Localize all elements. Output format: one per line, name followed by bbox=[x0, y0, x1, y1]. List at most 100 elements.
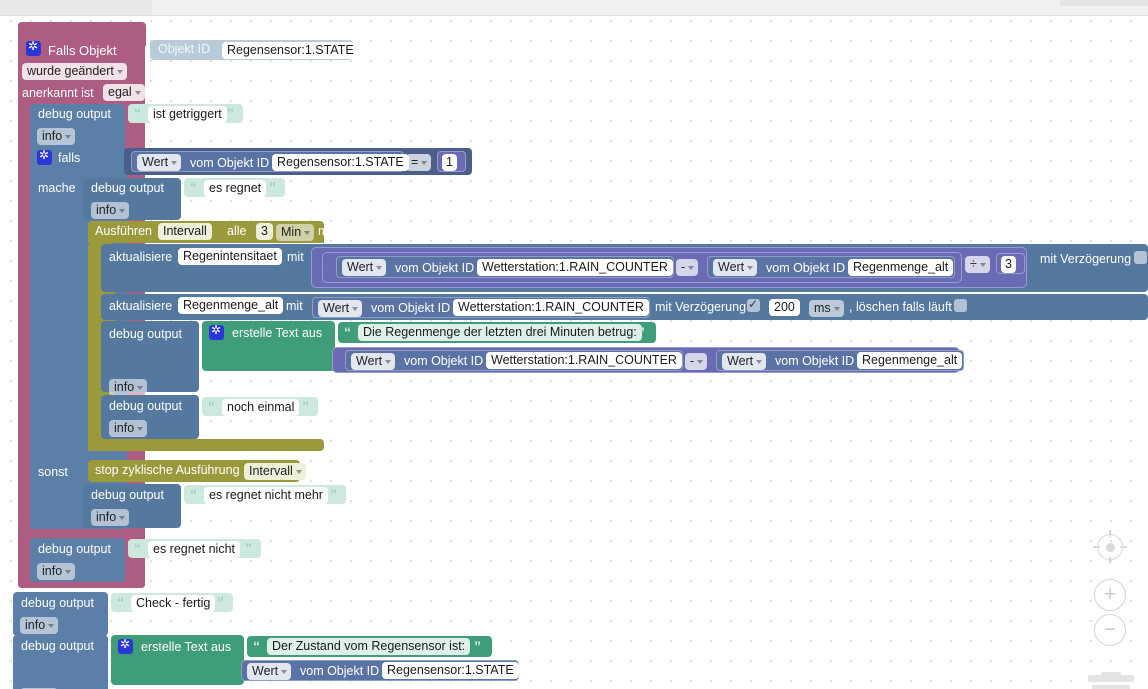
zoom-in-button[interactable]: + bbox=[1094, 579, 1126, 611]
state-value-dropdown[interactable]: Wert bbox=[247, 663, 292, 680]
debug-create-text-level[interactable]: info bbox=[109, 379, 148, 396]
update-regenmenge-variable[interactable]: Regenmenge_alt bbox=[178, 297, 284, 314]
create-text-literal-block[interactable]: “ Die Regenmenge der letzten drei Minute… bbox=[338, 322, 656, 343]
debug-create-text-block[interactable]: debug output info bbox=[101, 321, 199, 396]
trigger-objectid-block[interactable]: Objekt ID Regensensor:1.STATE bbox=[150, 40, 359, 60]
trigger-ack-dropdown[interactable]: egal bbox=[103, 84, 145, 101]
state-create-text-gear-icon[interactable] bbox=[118, 637, 133, 654]
trigger-objectid-field[interactable]: Regensensor:1.STATE bbox=[222, 42, 359, 59]
debug-rain-level[interactable]: info bbox=[91, 202, 130, 219]
intensity-a-value-dropdown[interactable]: Wert bbox=[342, 259, 387, 276]
debug-no-rain-anymore-text-block[interactable]: “ es regnet nicht mehr ” bbox=[184, 485, 346, 504]
create-text-a-objectid-field[interactable]: Wetterstation:1.RAIN_COUNTER bbox=[486, 352, 682, 369]
intensity-delay-checkbox[interactable] bbox=[1134, 251, 1147, 264]
debug-rain-text[interactable]: es regnet bbox=[204, 180, 267, 197]
state-objectid-field[interactable]: Regensensor:1.STATE bbox=[382, 662, 519, 679]
debug-triggered-level[interactable]: info bbox=[37, 128, 76, 145]
interval-amount-field[interactable]: 3 bbox=[256, 223, 273, 240]
interval-unit-suffix: ms bbox=[318, 224, 335, 238]
state-text-literal-block[interactable]: “ Der Zustand vom Regensensor ist: ” bbox=[247, 636, 492, 657]
quote-close-icon: ” bbox=[302, 398, 309, 414]
if-condition-value-dropdown[interactable]: Wert bbox=[137, 154, 182, 171]
trigger-condition-dropdown[interactable]: wurde geändert bbox=[22, 63, 127, 80]
state-text-literal-field[interactable]: Der Zustand vom Regensensor ist: bbox=[267, 638, 471, 655]
state-create-text-block[interactable]: erstelle Text aus bbox=[111, 635, 244, 685]
debug-again-block[interactable]: debug output info bbox=[101, 395, 199, 439]
debug-rain-block[interactable]: debug output info bbox=[83, 178, 181, 220]
debug-check-done-text[interactable]: Check - fertig bbox=[131, 595, 216, 612]
debug-rain-text-block[interactable]: “ es regnet ” bbox=[184, 178, 285, 197]
gear-icon[interactable] bbox=[26, 39, 41, 56]
create-text-literal-field[interactable]: Die Regenmenge der letzten drei Minuten … bbox=[358, 324, 642, 341]
regenmenge-objectid-field[interactable]: Wetterstation:1.RAIN_COUNTER bbox=[453, 299, 649, 316]
intensity-operator-2-dropdown[interactable]: ÷ bbox=[965, 256, 990, 273]
debug-no-rain-anymore-block[interactable]: debug output info bbox=[83, 484, 181, 528]
toolbar-right-group[interactable] bbox=[1060, 0, 1148, 6]
debug-check-done-block[interactable]: debug output info bbox=[13, 592, 108, 636]
debug-triggered-text[interactable]: ist getriggert bbox=[148, 106, 227, 123]
quote-close-icon: ” bbox=[227, 105, 234, 121]
regenmenge-delay-amount[interactable]: 200 bbox=[769, 299, 800, 316]
debug-no-rain-anymore-level[interactable]: info bbox=[91, 509, 130, 526]
quote-close-icon: ” bbox=[638, 324, 645, 340]
state-operand-block[interactable]: Wert vom Objekt ID Regensensor:1.STATE bbox=[241, 660, 519, 681]
trash-icon[interactable] bbox=[1084, 672, 1138, 689]
intensity-operand-c-block[interactable]: 3 bbox=[996, 253, 1025, 274]
create-text-block[interactable]: erstelle Text aus bbox=[202, 321, 335, 371]
debug-check-done-text-block[interactable]: “ Check - fertig ” bbox=[111, 593, 233, 612]
debug-no-rain-text[interactable]: es regnet nicht bbox=[148, 541, 240, 558]
intensity-a-objectid-field[interactable]: Wetterstation:1.RAIN_COUNTER bbox=[477, 259, 673, 276]
regenmenge-delay-unit-dropdown[interactable]: ms bbox=[809, 300, 844, 317]
if-condition-objectid-field[interactable]: Regensensor:1.STATE bbox=[272, 154, 409, 171]
trigger-ack-label: anerkannt ist bbox=[22, 86, 94, 100]
debug-create-text-label: debug output bbox=[109, 327, 182, 341]
intensity-operand-b-block[interactable]: Wert vom Objekt ID Regenmenge_alt bbox=[707, 256, 955, 278]
intensity-operand-a-block[interactable]: Wert vom Objekt ID Wetterstation:1.RAIN_… bbox=[336, 256, 674, 278]
create-text-operand-b-block[interactable]: Wert vom Objekt ID Regenmenge_alt bbox=[716, 350, 964, 371]
quote-open-icon: “ bbox=[190, 179, 197, 195]
if-condition-value-block[interactable]: Wert vom Objekt ID Regensensor:1.STATE bbox=[131, 151, 409, 172]
create-text-operand-a-block[interactable]: Wert vom Objekt ID Wetterstation:1.RAIN_… bbox=[345, 350, 683, 371]
intensity-b-objectid-field[interactable]: Regenmenge_alt bbox=[848, 259, 954, 276]
interval-unit-dropdown[interactable]: Min bbox=[276, 224, 315, 241]
regenmenge-delay-checkbox[interactable] bbox=[747, 297, 760, 312]
if-condition-operator-dropdown[interactable]: = bbox=[406, 154, 432, 171]
if-gear-icon[interactable] bbox=[37, 148, 52, 165]
debug-triggered-text-block[interactable]: “ ist getriggert ” bbox=[128, 104, 243, 123]
interval-header[interactable]: Ausführen Intervall alle 3 Min ms bbox=[88, 221, 335, 243]
create-text-b-objectid-field[interactable]: Regenmenge_alt bbox=[857, 352, 963, 369]
intensity-operator-1-dropdown[interactable]: - bbox=[676, 259, 699, 276]
zoom-out-button[interactable]: − bbox=[1094, 614, 1126, 646]
regenmenge-clear-label: , löschen falls läuft bbox=[849, 300, 952, 314]
regenmenge-operand-block[interactable]: Wert vom Objekt ID Wetterstation:1.RAIN_… bbox=[312, 297, 650, 318]
debug-again-text-block[interactable]: “ noch einmal ” bbox=[202, 397, 318, 416]
debug-again-level[interactable]: info bbox=[109, 420, 148, 437]
debug-check-done-level[interactable]: info bbox=[20, 617, 59, 634]
if-condition-number-field[interactable]: 1 bbox=[442, 154, 457, 171]
interval-name-field[interactable]: Intervall bbox=[158, 223, 212, 240]
regenmenge-clear-checkbox[interactable] bbox=[954, 299, 967, 312]
stop-interval-name-dropdown[interactable]: Intervall bbox=[244, 463, 306, 480]
create-text-b-value-dropdown[interactable]: Wert bbox=[722, 353, 767, 370]
debug-no-rain-block[interactable]: debug output info bbox=[30, 538, 125, 582]
debug-again-text[interactable]: noch einmal bbox=[222, 399, 300, 416]
debug-state-label: debug output bbox=[21, 639, 94, 653]
create-text-gear-icon[interactable] bbox=[209, 323, 224, 340]
intensity-delay-label: mit Verzögerung bbox=[1040, 252, 1132, 266]
create-text-a-value-dropdown[interactable]: Wert bbox=[351, 353, 396, 370]
toolbar-left-group[interactable] bbox=[0, 0, 152, 15]
regenmenge-value-dropdown[interactable]: Wert bbox=[318, 300, 363, 317]
blockly-canvas[interactable]: Falls Objekt Objekt ID Regensensor:1.STA… bbox=[0, 16, 1148, 689]
intensity-b-value-dropdown[interactable]: Wert bbox=[713, 259, 758, 276]
debug-no-rain-text-block[interactable]: “ es regnet nicht ” bbox=[128, 539, 261, 558]
debug-no-rain-level[interactable]: info bbox=[37, 563, 76, 580]
intensity-c-number-field[interactable]: 3 bbox=[1001, 256, 1016, 273]
center-workspace-button[interactable] bbox=[1093, 530, 1127, 564]
create-text-operator-dropdown[interactable]: - bbox=[685, 353, 708, 370]
if-condition-number-block[interactable]: 1 bbox=[437, 151, 466, 172]
debug-state-block[interactable]: debug output info bbox=[13, 635, 108, 689]
stop-interval-block[interactable]: stop zyklische Ausführung Intervall bbox=[88, 460, 306, 482]
debug-triggered-block[interactable]: debug output info bbox=[30, 104, 125, 148]
debug-no-rain-anymore-text[interactable]: es regnet nicht mehr bbox=[204, 487, 328, 504]
update-intensity-variable[interactable]: Regenintensitaet bbox=[178, 248, 282, 265]
